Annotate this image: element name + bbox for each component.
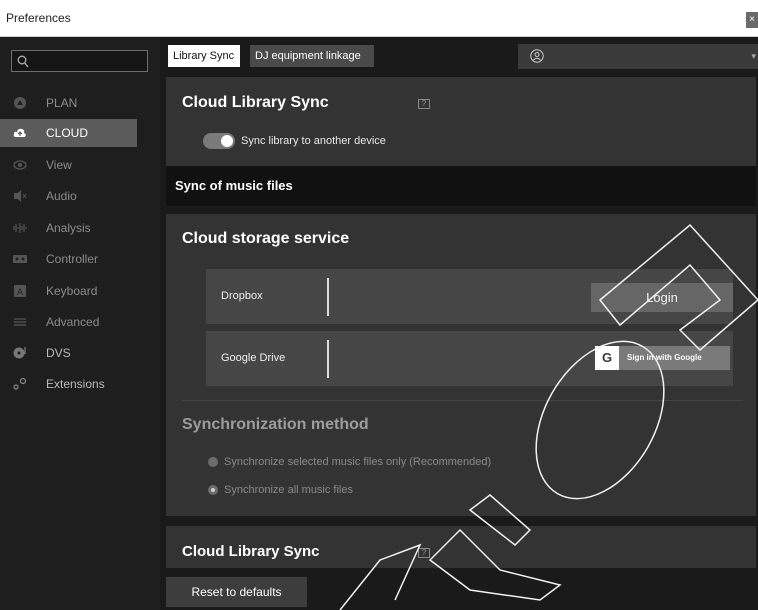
separator [327,340,329,378]
cloud-storage-panel: Cloud storage service Dropbox Login Goog… [166,214,756,516]
radio-all-files[interactable] [208,485,218,495]
svg-text:A: A [17,287,23,297]
search-input[interactable] [11,50,148,72]
sidebar-item-cloud[interactable]: CLOUD [0,119,137,147]
account-select[interactable]: ▾ [518,44,758,69]
dropbox-row: Dropbox Login [206,269,733,324]
section-title: Cloud Library Sync [182,94,329,111]
section-title: Cloud Library Sync [182,543,320,560]
plan-icon [14,97,26,109]
close-button[interactable]: × [746,12,758,28]
section-title: Cloud storage service [182,230,350,247]
radio-label: Synchronize selected music files only (R… [224,456,492,468]
tab-library-sync[interactable]: Library Sync [168,45,240,67]
eye-icon [13,160,27,170]
toggle-knob [221,135,233,147]
cloud-library-sync-panel: Cloud Library Sync ? Sync library to ano… [166,77,756,166]
cloud-library-sync-panel-2: Cloud Library Sync ? [166,526,756,568]
sync-music-files-header: Sync of music files [166,166,756,206]
menu-lines-icon [14,318,26,326]
sidebar-item-label: View [46,158,72,172]
google-icon: G [595,346,619,370]
sidebar-item-extensions[interactable]: Extensions [0,370,137,398]
cloud-icon [13,128,26,137]
main-content: Library Sync DJ equipment linkage ▾ Clou… [160,37,758,610]
toggle-label: Sync library to another device [241,135,386,147]
sidebar-item-advanced[interactable]: Advanced [0,308,137,336]
sidebar-item-label: Keyboard [46,284,98,298]
radio-selected-files[interactable] [208,457,218,467]
sidebar-item-label: PLAN [46,96,78,110]
sidebar-item-dvs[interactable]: DVS [0,339,137,367]
sidebar-item-label: Audio [46,189,77,203]
sidebar-item-label: Controller [46,252,99,266]
sidebar-item-analysis[interactable]: Analysis [0,214,137,242]
divider [182,400,742,401]
waveform-icon [13,223,27,233]
reset-to-defaults-button[interactable]: Reset to defaults [166,577,307,607]
help-icon[interactable]: ? [418,99,430,109]
sidebar-item-audio[interactable]: Audio [0,182,137,210]
search-icon [17,55,29,68]
dvs-icon [13,347,26,359]
tab-dj-equipment-linkage[interactable]: DJ equipment linkage [250,45,374,67]
speaker-icon [14,190,27,202]
sync-library-toggle[interactable] [203,133,235,149]
sidebar-item-keyboard[interactable]: A Keyboard [0,277,137,305]
sidebar: PLAN CLOUD View Audio Analysis Controlle… [0,37,160,610]
window-title: Preferences [6,11,71,25]
sidebar-item-label: Advanced [46,315,100,329]
service-name: Google Drive [221,352,286,364]
sidebar-item-label: DVS [46,346,71,360]
sidebar-item-view[interactable]: View [0,151,137,179]
separator [327,278,329,316]
sidebar-item-label: CLOUD [46,126,89,140]
chevron-down-icon: ▾ [751,51,756,61]
google-drive-row: Google Drive G Sign in with Google [206,331,733,386]
sidebar-item-plan[interactable]: PLAN [0,89,137,117]
sidebar-item-label: Analysis [46,221,91,235]
title-bar: Preferences × [0,0,758,37]
service-name: Dropbox [221,290,263,302]
section-header: Sync of music files [175,178,293,193]
user-icon [530,49,544,63]
extensions-icon [13,377,27,390]
section-title: Synchronization method [182,416,369,433]
sidebar-item-label: Extensions [46,377,105,391]
radio-label: Synchronize all music files [224,484,353,496]
google-sign-in-label: Sign in with Google [627,353,702,362]
help-icon[interactable]: ? [418,548,430,558]
keyboard-icon: A [14,285,26,297]
google-sign-in-button[interactable]: G Sign in with Google [595,346,730,370]
dropbox-login-button[interactable]: Login [591,283,733,312]
sidebar-item-controller[interactable]: Controller [0,245,137,273]
controller-icon [13,255,27,263]
